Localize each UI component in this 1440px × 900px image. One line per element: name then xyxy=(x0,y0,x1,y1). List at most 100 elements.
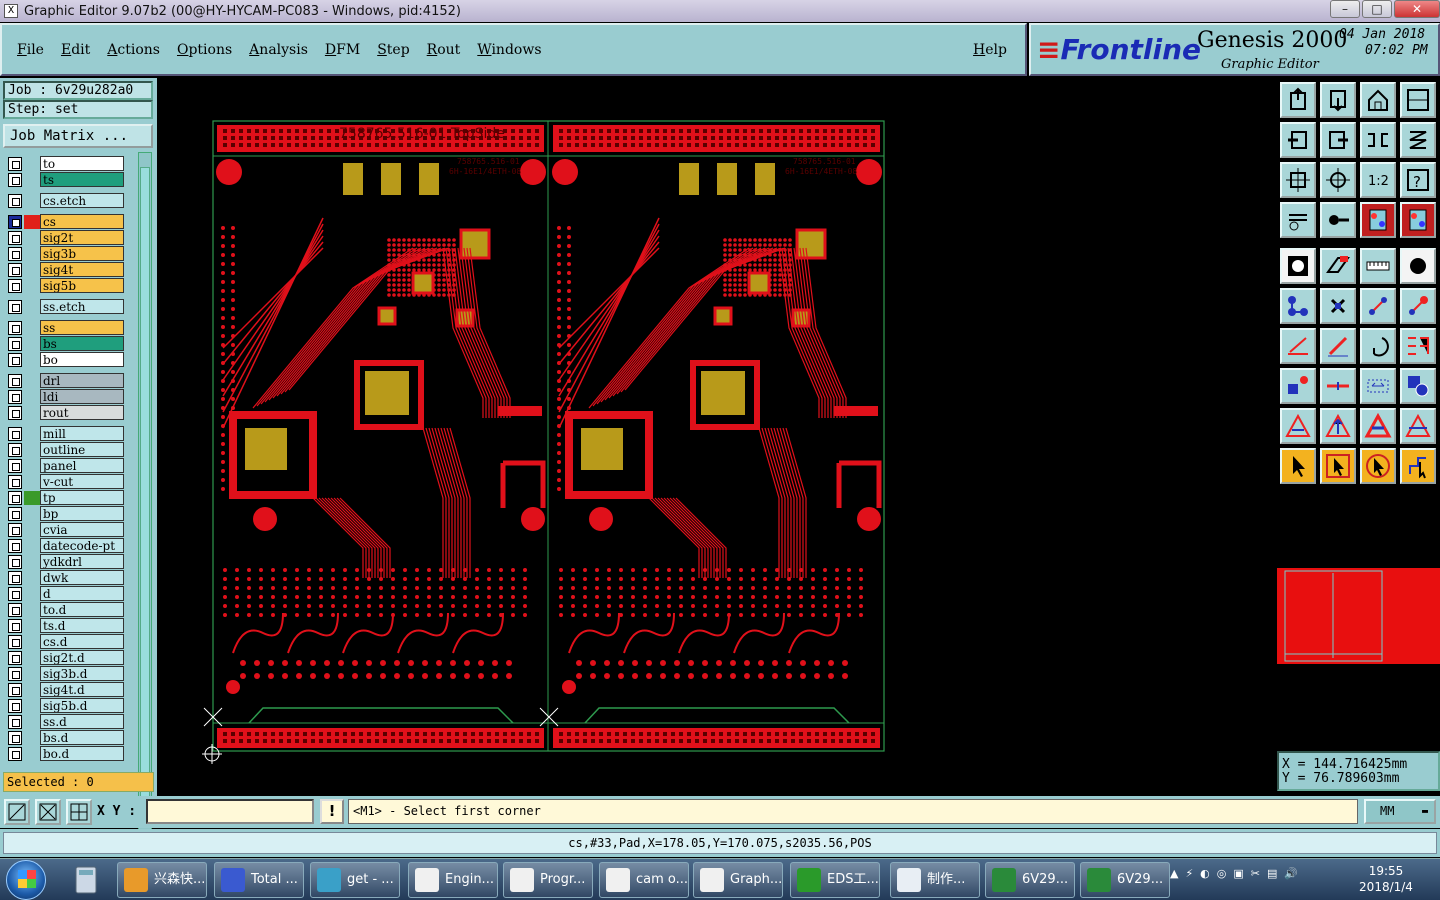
layer-color-swatch[interactable] xyxy=(24,156,40,171)
layer-row-dwk[interactable]: dwk xyxy=(6,570,126,585)
layer-color-swatch[interactable] xyxy=(24,214,40,229)
warning-tool-icon[interactable] xyxy=(1400,408,1436,444)
layer-name[interactable]: to.d xyxy=(40,602,124,617)
close-button[interactable]: ✕ xyxy=(1394,0,1440,18)
layer-name[interactable]: sig4t.d xyxy=(40,682,124,697)
layer-checkbox[interactable] xyxy=(8,320,22,335)
layer-name[interactable]: bp xyxy=(40,506,124,521)
layer-name[interactable]: cvia xyxy=(40,522,124,537)
layer-row-sig3b-d[interactable]: sig3b.d xyxy=(6,666,126,681)
layer-checkbox[interactable] xyxy=(8,506,22,521)
edit-line-icon[interactable] xyxy=(1280,328,1316,364)
layer-name[interactable]: sig5b.d xyxy=(40,698,124,713)
zoom-center-icon[interactable] xyxy=(1320,162,1356,198)
layer-scrollbar[interactable] xyxy=(138,152,152,844)
layer-color-swatch[interactable] xyxy=(24,506,40,521)
layer-name[interactable]: panel xyxy=(40,458,124,473)
draw-rectangle-icon[interactable] xyxy=(1320,248,1356,284)
layer-checkbox[interactable] xyxy=(8,336,22,351)
layer-checkbox[interactable] xyxy=(8,352,22,367)
layer-checkbox[interactable] xyxy=(8,554,22,569)
layer-name[interactable]: mill xyxy=(40,426,124,441)
layer-checkbox[interactable] xyxy=(8,634,22,649)
layer-name[interactable]: sig2t.d xyxy=(40,650,124,665)
layer-name[interactable]: outline xyxy=(40,442,124,457)
layer-checkbox[interactable] xyxy=(8,373,22,388)
command-exec-button[interactable]: ! xyxy=(320,799,344,824)
break-line-icon[interactable] xyxy=(1320,368,1356,404)
menu-help[interactable]: Help xyxy=(973,42,1007,58)
fill-circle-icon[interactable] xyxy=(1400,248,1436,284)
layer-row-d[interactable]: d xyxy=(6,586,126,601)
layer-name[interactable]: drl xyxy=(40,373,124,388)
layer-color-swatch[interactable] xyxy=(24,618,40,633)
triangle-tool-icon[interactable] xyxy=(1280,408,1316,444)
scrollbar-thumb[interactable] xyxy=(140,167,150,827)
layer-row-bs-d[interactable]: bs.d xyxy=(6,730,126,745)
layer-name[interactable]: sig2t xyxy=(40,230,124,245)
layer-color-swatch[interactable] xyxy=(24,602,40,617)
layer-name[interactable]: bo xyxy=(40,352,124,367)
layer-colors-alt-icon[interactable] xyxy=(1400,202,1436,238)
layer-checkbox[interactable] xyxy=(8,278,22,293)
menu-analysis[interactable]: Analysis xyxy=(249,42,308,58)
graphic-canvas[interactable]: 758765.516-01 TopSide 758765.516-01 6H-16E… xyxy=(157,78,1277,796)
layer-color-swatch[interactable] xyxy=(24,320,40,335)
layer-checkbox[interactable] xyxy=(8,698,22,713)
draw-line-icon[interactable] xyxy=(1320,328,1356,364)
copy-feature-icon[interactable] xyxy=(1400,288,1436,324)
route-tool-icon[interactable] xyxy=(1400,448,1436,484)
layer-name[interactable]: ts.d xyxy=(40,618,124,633)
layer-name[interactable]: tp xyxy=(40,490,124,505)
maximize-button[interactable]: □ xyxy=(1362,0,1392,18)
layer-row-to-d[interactable]: to.d xyxy=(6,602,126,617)
taskbar-button[interactable]: 6V29... xyxy=(1080,862,1170,898)
layer-checkbox[interactable] xyxy=(8,214,22,229)
layer-color-swatch[interactable] xyxy=(24,458,40,473)
layer-row-cs-etch[interactable]: cs.etch xyxy=(6,193,126,208)
layer-color-swatch[interactable] xyxy=(24,352,40,367)
layer-checkbox[interactable] xyxy=(8,650,22,665)
layer-color-swatch[interactable] xyxy=(24,698,40,713)
layer-checkbox[interactable] xyxy=(8,405,22,420)
taskbar-button[interactable]: 制作... xyxy=(890,862,980,898)
layer-name[interactable]: dwk xyxy=(40,570,124,585)
layer-name[interactable]: ts xyxy=(40,172,124,187)
undo-arc-icon[interactable] xyxy=(1360,328,1396,364)
layer-row-bs[interactable]: bs xyxy=(6,336,126,351)
layer-checkbox[interactable] xyxy=(8,746,22,761)
menu-file[interactable]: File xyxy=(17,42,44,58)
layer-row-cs[interactable]: cs xyxy=(6,214,126,229)
layer-row-mill[interactable]: mill xyxy=(6,426,126,441)
layer-checkbox[interactable] xyxy=(8,230,22,245)
taskbar-button[interactable]: Progr... xyxy=(503,862,593,898)
feature-select-icon[interactable] xyxy=(1320,202,1356,238)
layer-checkbox[interactable] xyxy=(8,538,22,553)
layer-row-outline[interactable]: outline xyxy=(6,442,126,457)
layer-row-drl[interactable]: drl xyxy=(6,373,126,388)
layer-color-swatch[interactable] xyxy=(24,714,40,729)
layer-name[interactable]: d xyxy=(40,586,124,601)
start-button[interactable] xyxy=(6,860,46,900)
menu-actions[interactable]: Actions xyxy=(107,42,160,58)
shapes-tool-icon[interactable] xyxy=(1400,368,1436,404)
layer-name[interactable]: ldi xyxy=(40,389,124,404)
layer-checkbox[interactable] xyxy=(8,426,22,441)
fit-screen-icon[interactable] xyxy=(1280,162,1316,198)
layer-color-swatch[interactable] xyxy=(24,336,40,351)
layer-row-ss-etch[interactable]: ss.etch xyxy=(6,299,126,314)
layer-row-bp[interactable]: bp xyxy=(6,506,126,521)
layer-color-swatch[interactable] xyxy=(24,730,40,745)
zoom-area-button[interactable] xyxy=(4,799,30,825)
taskbar-button[interactable]: EDS工... xyxy=(790,862,880,898)
layer-row-ydkdrl[interactable]: ydkdrl xyxy=(6,554,126,569)
layer-color-swatch[interactable] xyxy=(24,522,40,537)
layer-name[interactable]: v-cut xyxy=(40,474,124,489)
step-view-icon[interactable] xyxy=(1400,122,1436,158)
layer-row-ss[interactable]: ss xyxy=(6,320,126,335)
layer-row-sig2t[interactable]: sig2t xyxy=(6,230,126,245)
measure-distance-icon[interactable] xyxy=(1360,368,1396,404)
menu-rout[interactable]: Rout xyxy=(427,42,461,58)
minimize-button[interactable]: – xyxy=(1330,0,1360,18)
pan-left-icon[interactable] xyxy=(1280,122,1316,158)
